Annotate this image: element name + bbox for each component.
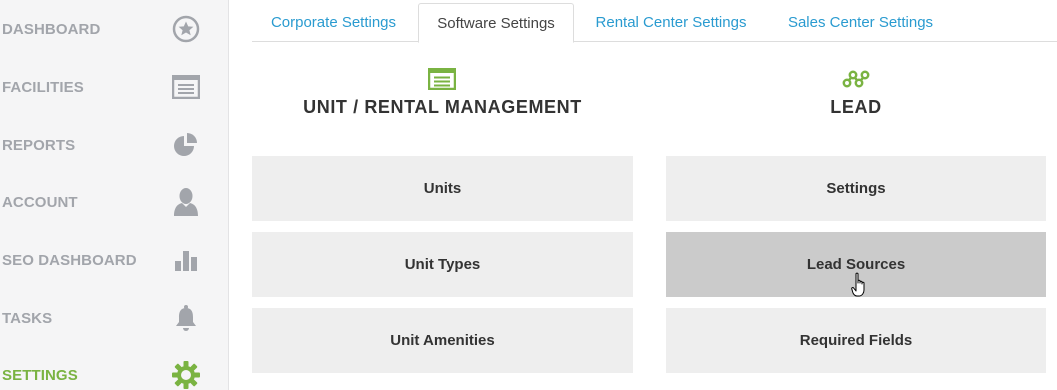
sidebar-item-label: SETTINGS [2,366,78,384]
tile-unit-amenities[interactable]: Unit Amenities [252,308,633,373]
tab-sales-center-settings[interactable]: Sales Center Settings [768,3,953,42]
sidebar-item-seo-dashboard[interactable]: SEO DASHBOARD [0,240,229,280]
hand-pointer-icon [851,272,869,298]
storage-unit-icon [428,68,456,90]
user-icon [171,187,201,217]
sidebar-item-account[interactable]: ACCOUNT [0,182,229,222]
star-circle-icon [171,14,201,44]
tile-lead-settings[interactable]: Settings [666,156,1046,221]
gear-icon [171,360,201,390]
app-root: DASHBOARD FACILITIES REPORTS ACCOUNT SEO… [0,0,1057,390]
sidebar-item-label: REPORTS [2,136,76,154]
sidebar-item-tasks[interactable]: TASKS [0,298,229,338]
sidebar-item-label: FACILITIES [2,78,84,96]
tile-unit-types[interactable]: Unit Types [252,232,633,297]
sidebar-item-label: DASHBOARD [2,20,101,38]
sidebar-item-facilities[interactable]: FACILITIES [0,67,229,107]
sidebar-item-dashboard[interactable]: DASHBOARD [0,9,229,49]
lead-nodes-icon [841,68,871,90]
section-title-lead: LEAD [830,97,882,117]
sidebar-item-label: SEO DASHBOARD [2,251,137,269]
bell-icon [171,303,201,333]
section-title-unit-rental-management: UNIT / RENTAL MANAGEMENT [303,97,582,117]
tab-software-settings[interactable]: Software Settings [418,3,574,43]
tab-rental-center-settings[interactable]: Rental Center Settings [578,3,764,42]
storage-unit-icon [171,72,201,102]
sidebar: DASHBOARD FACILITIES REPORTS ACCOUNT SEO… [0,0,229,390]
bar-chart-icon [171,245,201,275]
sidebar-item-reports[interactable]: REPORTS [0,125,229,165]
settings-tabs: Corporate Settings Software Settings Ren… [252,3,1057,43]
sidebar-item-settings[interactable]: SETTINGS [0,355,229,390]
tile-required-fields[interactable]: Required Fields [666,308,1046,373]
tile-units[interactable]: Units [252,156,633,221]
tab-corporate-settings[interactable]: Corporate Settings [252,3,415,42]
sidebar-item-label: TASKS [2,309,53,327]
sidebar-item-label: ACCOUNT [2,193,78,211]
pie-chart-icon [171,130,201,160]
